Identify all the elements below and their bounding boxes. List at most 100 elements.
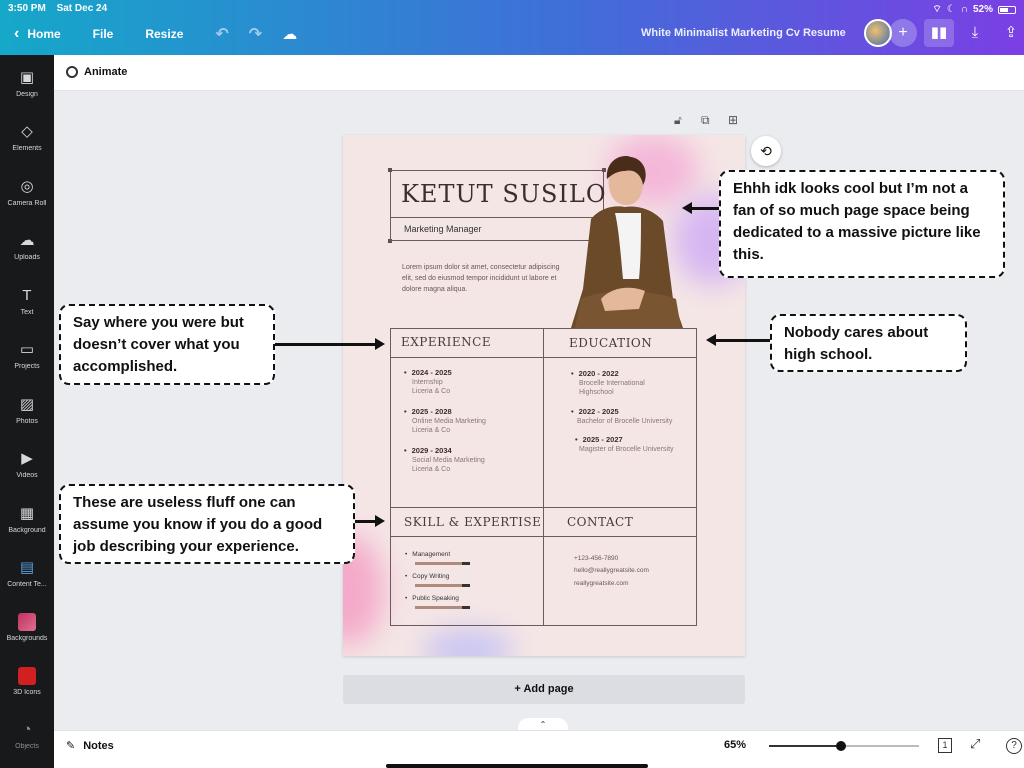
add-page-button[interactable]: + Add page bbox=[343, 675, 745, 704]
experience-entry[interactable]: 2025 - 2028 Online Media Marketing Licer… bbox=[404, 407, 486, 436]
entry-title: Bachelor of Brocelle University bbox=[577, 417, 673, 425]
experience-entry[interactable]: 2029 - 2034 Social Media Marketing Licer… bbox=[404, 446, 485, 475]
home-button[interactable]: ‹ Home bbox=[14, 25, 61, 43]
resume-role[interactable]: Marketing Manager bbox=[404, 224, 482, 234]
sidebar-label: Content Te... bbox=[7, 581, 47, 588]
fullscreen-icon[interactable]: ⤢ bbox=[970, 736, 980, 752]
page-count: 1 bbox=[938, 738, 952, 753]
skills-heading[interactable]: SKILL & EXPERTISE bbox=[404, 515, 541, 529]
resize-button[interactable]: Resize bbox=[145, 27, 183, 41]
entry-years: 2029 - 2034 bbox=[404, 446, 485, 456]
insights-icon[interactable]: ▮▮ bbox=[924, 19, 954, 47]
sidebar-label: Backgrounds bbox=[6, 635, 48, 642]
share-plus-button[interactable]: + bbox=[889, 19, 917, 47]
skill-item[interactable]: Management bbox=[405, 551, 450, 558]
entry-org: Liceria & Co bbox=[412, 388, 451, 395]
duplicate-icon[interactable]: ⧉ bbox=[701, 113, 710, 128]
backgrounds-thumbnail-icon bbox=[0, 613, 54, 631]
entry-title: Internship bbox=[412, 378, 443, 386]
headphones-icon: ∩ bbox=[960, 4, 968, 15]
top-bar: 3:50 PM Sat Dec 24 ⌔ ☾ ∩ 52% ‹ Home File… bbox=[0, 0, 1024, 55]
education-entry[interactable]: 2020 - 2022 Brocelle International Highs… bbox=[571, 369, 645, 398]
add-page-icon[interactable]: ⊞ bbox=[728, 113, 738, 127]
sidebar-item-projects[interactable]: ▭ Projects bbox=[0, 341, 54, 370]
education-heading[interactable]: EDUCATION bbox=[569, 336, 652, 350]
elements-icon: ◇ bbox=[21, 123, 33, 140]
sidebar-label: Background bbox=[8, 527, 46, 534]
left-sidebar: ▣ Design ◇ Elements ◎ Camera Roll ☁ Uplo… bbox=[0, 55, 54, 768]
arrow-right-icon bbox=[355, 515, 385, 527]
contact-email[interactable]: hello@reallygreatsite.com bbox=[574, 567, 649, 574]
grid-divider bbox=[390, 507, 697, 508]
3d-icons-thumbnail-icon bbox=[0, 667, 54, 685]
sidebar-item-3d-icons[interactable]: 3D Icons bbox=[0, 667, 54, 696]
skill-bar bbox=[415, 606, 470, 609]
avatar[interactable] bbox=[864, 19, 892, 47]
redo-icon[interactable]: ↷ bbox=[249, 24, 262, 44]
sidebar-label: Uploads bbox=[14, 254, 40, 261]
sidebar-item-uploads[interactable]: ☁ Uploads bbox=[0, 232, 54, 261]
decor-blob bbox=[423, 630, 513, 656]
sidebar-item-backgrounds[interactable]: Backgrounds bbox=[0, 613, 54, 642]
chevron-left-icon: ‹ bbox=[14, 25, 20, 42]
resume-summary[interactable]: Lorem ipsum dolor sit amet, consectetur … bbox=[402, 262, 562, 295]
battery-icon bbox=[998, 5, 1016, 14]
lock-icon[interactable]: 🔓︎ bbox=[674, 113, 682, 128]
camera-icon: ◎ bbox=[20, 178, 34, 195]
notes-button[interactable]: ✎ Notes bbox=[66, 739, 114, 753]
sidebar-label: Text bbox=[20, 309, 34, 316]
entry-years: 2025 - 2027 bbox=[575, 435, 674, 445]
education-entry[interactable]: 2022 - 2025 Bachelor of Brocelle Univers… bbox=[571, 407, 672, 426]
entry-title: Magister of Brocelle University bbox=[579, 445, 674, 453]
entry-title: Brocelle International bbox=[579, 379, 645, 387]
rotate-icon[interactable]: ⟲ bbox=[751, 136, 781, 166]
sidebar-label: Videos bbox=[16, 472, 38, 479]
sidebar-item-objects[interactable]: ◔ Objects bbox=[0, 721, 54, 750]
arrow-left-icon bbox=[682, 202, 719, 214]
document-title[interactable]: White Minimalist Marketing Cv Resume bbox=[641, 27, 846, 39]
text-icon: T bbox=[22, 287, 32, 304]
zoom-level[interactable]: 65% bbox=[724, 739, 746, 751]
undo-icon[interactable]: ↶ bbox=[215, 24, 228, 44]
upload-cloud-icon: ☁ bbox=[19, 232, 35, 249]
entry-title: Online Media Marketing bbox=[412, 417, 486, 425]
education-entry[interactable]: 2025 - 2027 Magister of Brocelle Univers… bbox=[575, 435, 674, 454]
contact-heading[interactable]: CONTACT bbox=[567, 515, 633, 529]
sidebar-item-content-templates[interactable]: ▤ Content Te... bbox=[0, 559, 54, 588]
page-count-button[interactable]: 1 bbox=[938, 736, 952, 753]
wifi-icon: ⌔ bbox=[932, 4, 942, 15]
cloud-saved-icon[interactable]: ☁ bbox=[282, 25, 297, 43]
profile-photo[interactable] bbox=[561, 149, 691, 328]
sidebar-item-text[interactable]: T Text bbox=[0, 287, 54, 316]
content-template-icon: ▤ bbox=[19, 559, 35, 576]
background-icon: ▦ bbox=[19, 505, 35, 522]
zoom-slider[interactable] bbox=[769, 741, 919, 751]
sidebar-item-background[interactable]: ▦ Background bbox=[0, 505, 54, 534]
animate-button[interactable]: Animate bbox=[66, 66, 127, 78]
help-icon[interactable]: ? bbox=[1006, 736, 1022, 754]
skill-item[interactable]: Public Speaking bbox=[405, 595, 459, 602]
sidebar-label: Photos bbox=[16, 418, 38, 425]
share-icon[interactable]: ⇪ bbox=[996, 19, 1024, 47]
sidebar-item-design[interactable]: ▣ Design bbox=[0, 69, 54, 98]
battery-percent: 52% bbox=[972, 4, 993, 15]
sidebar-item-photos[interactable]: ▨ Photos bbox=[0, 396, 54, 425]
contact-phone[interactable]: +123-456-7890 bbox=[574, 555, 618, 562]
selection-handle[interactable] bbox=[388, 168, 392, 172]
entry-title: Social Media Marketing bbox=[412, 456, 485, 464]
file-menu-button[interactable]: File bbox=[93, 27, 114, 41]
animate-label: Animate bbox=[84, 66, 128, 78]
contact-website[interactable]: reallygreatsite.com bbox=[574, 580, 629, 587]
experience-heading[interactable]: EXPERIENCE bbox=[401, 335, 491, 349]
sidebar-label: Elements bbox=[12, 145, 42, 152]
sidebar-item-camera-roll[interactable]: ◎ Camera Roll bbox=[0, 178, 54, 207]
experience-entry[interactable]: 2024 - 2025 Internship Liceria & Co bbox=[404, 368, 452, 397]
sidebar-item-videos[interactable]: ▶ Videos bbox=[0, 450, 54, 479]
skill-item[interactable]: Copy Writing bbox=[405, 573, 449, 580]
entry-org: Liceria & Co bbox=[412, 466, 451, 473]
zoom-slider-thumb[interactable] bbox=[836, 741, 846, 751]
secondary-toolbar: Animate bbox=[54, 55, 1024, 91]
sidebar-item-elements[interactable]: ◇ Elements bbox=[0, 123, 54, 152]
notes-label: Notes bbox=[83, 739, 114, 752]
download-icon[interactable]: ⤓ bbox=[960, 19, 990, 47]
